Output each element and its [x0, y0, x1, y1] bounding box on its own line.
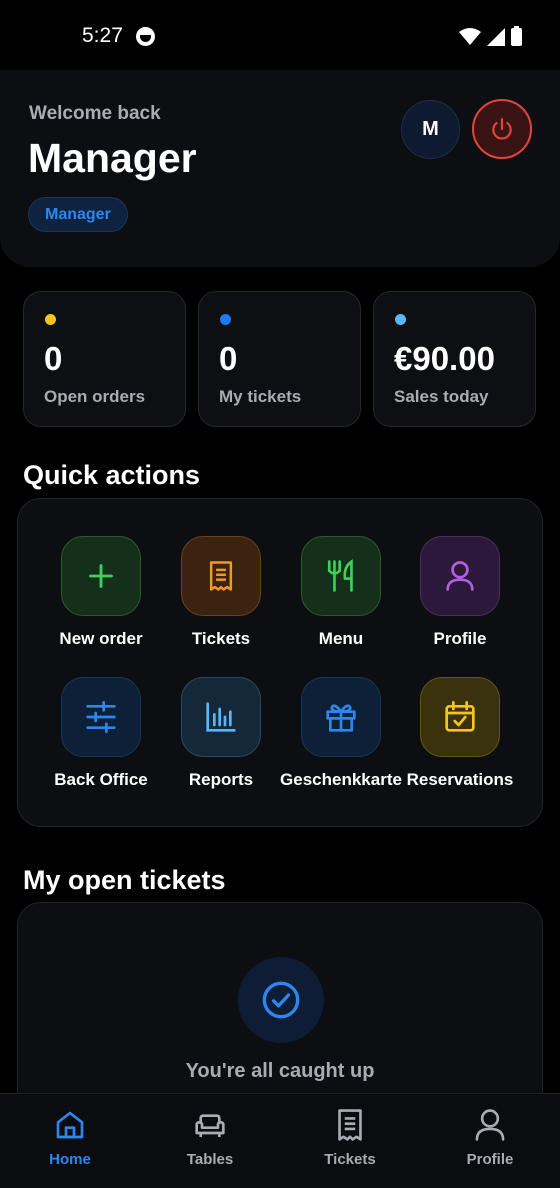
status-icons: [459, 26, 522, 46]
back-office-button[interactable]: Back Office: [36, 677, 166, 790]
role-badge: Manager: [28, 197, 128, 232]
action-label: New order: [59, 629, 143, 648]
nav-tickets[interactable]: Tickets: [280, 1094, 420, 1188]
status-bar: 5:27: [0, 0, 560, 72]
welcome-text: Welcome back: [29, 103, 161, 124]
profile-button[interactable]: Profile: [395, 536, 525, 649]
menu-tile: [301, 536, 381, 616]
gift-icon: [326, 704, 356, 732]
nav-profile[interactable]: Profile: [420, 1094, 560, 1188]
new-order-button[interactable]: New order: [36, 536, 166, 649]
reservations-tile: [420, 677, 500, 757]
user-name: Manager: [28, 135, 197, 181]
fork-knife-icon: [327, 559, 353, 592]
gift-card-tile: [301, 677, 381, 757]
action-label: Geschenkkarte: [280, 770, 402, 789]
reservations-button[interactable]: Reservations: [395, 677, 525, 790]
stat-label: Open orders: [44, 387, 146, 406]
logout-button[interactable]: [472, 99, 532, 159]
empty-state-badge: [238, 957, 324, 1043]
stat-open-orders: 0 Open orders: [23, 291, 186, 427]
new-order-tile: [61, 536, 141, 616]
wifi-icon: [459, 28, 481, 45]
avatar[interactable]: M: [401, 100, 460, 159]
receipt-icon: [209, 561, 233, 591]
open-tickets-title: My open tickets: [23, 865, 226, 895]
bottom-navigation: Home Tables Tickets Profile: [0, 1093, 560, 1188]
stat-value: 0: [44, 340, 63, 377]
status-dot: [45, 314, 56, 325]
tickets-button[interactable]: Tickets: [156, 536, 286, 649]
action-label: Reservations: [406, 770, 514, 789]
calendar-check-icon: [445, 701, 475, 732]
nav-label: Profile: [466, 1151, 514, 1168]
receipt-icon: [338, 1109, 362, 1141]
action-label: Profile: [433, 629, 487, 648]
user-icon: [446, 561, 474, 591]
welcome-header: Welcome back Manager Manager M: [0, 70, 560, 267]
battery-icon: [511, 26, 522, 46]
user-icon: [475, 1109, 505, 1141]
power-icon: [492, 118, 512, 140]
action-label: Menu: [318, 629, 364, 648]
stat-sales-today: €90.00 Sales today: [373, 291, 536, 427]
stat-my-tickets: 0 My tickets: [198, 291, 361, 427]
status-dot: [220, 314, 231, 325]
check-circle-icon: [262, 981, 300, 1019]
app-notification-icon: [136, 27, 155, 46]
menu-button[interactable]: Menu: [276, 536, 406, 649]
stat-value: €90.00: [394, 340, 495, 377]
reports-button[interactable]: Reports: [156, 677, 286, 790]
action-label: Reports: [188, 770, 254, 789]
plus-icon: [89, 564, 113, 588]
profile-tile: [420, 536, 500, 616]
nav-label: Tickets: [324, 1151, 376, 1168]
action-label: Back Office: [54, 770, 148, 789]
status-time: 5:27: [82, 24, 123, 47]
back-office-tile: [61, 677, 141, 757]
nav-label: Home: [49, 1151, 91, 1168]
nav-home[interactable]: Home: [0, 1094, 140, 1188]
quick-actions-card: New order Tickets Menu Profile Back Offi…: [17, 498, 543, 827]
sofa-icon: [195, 1114, 225, 1137]
sliders-icon: [86, 701, 116, 733]
reports-tile: [181, 677, 261, 757]
action-label: Tickets: [191, 629, 251, 648]
nav-tables[interactable]: Tables: [140, 1094, 280, 1188]
stat-label: My tickets: [219, 387, 302, 406]
empty-state-message: You're all caught up: [185, 1060, 375, 1082]
stat-value: 0: [219, 340, 238, 377]
home-icon: [56, 1111, 84, 1139]
stat-label: Sales today: [394, 387, 489, 406]
nav-label: Tables: [186, 1151, 234, 1168]
signal-icon: [487, 28, 505, 46]
status-dot: [395, 314, 406, 325]
tickets-tile: [181, 536, 261, 616]
bar-chart-icon: [206, 702, 236, 732]
quick-actions-title: Quick actions: [23, 460, 201, 490]
gift-card-button[interactable]: Geschenkkarte: [276, 677, 406, 790]
